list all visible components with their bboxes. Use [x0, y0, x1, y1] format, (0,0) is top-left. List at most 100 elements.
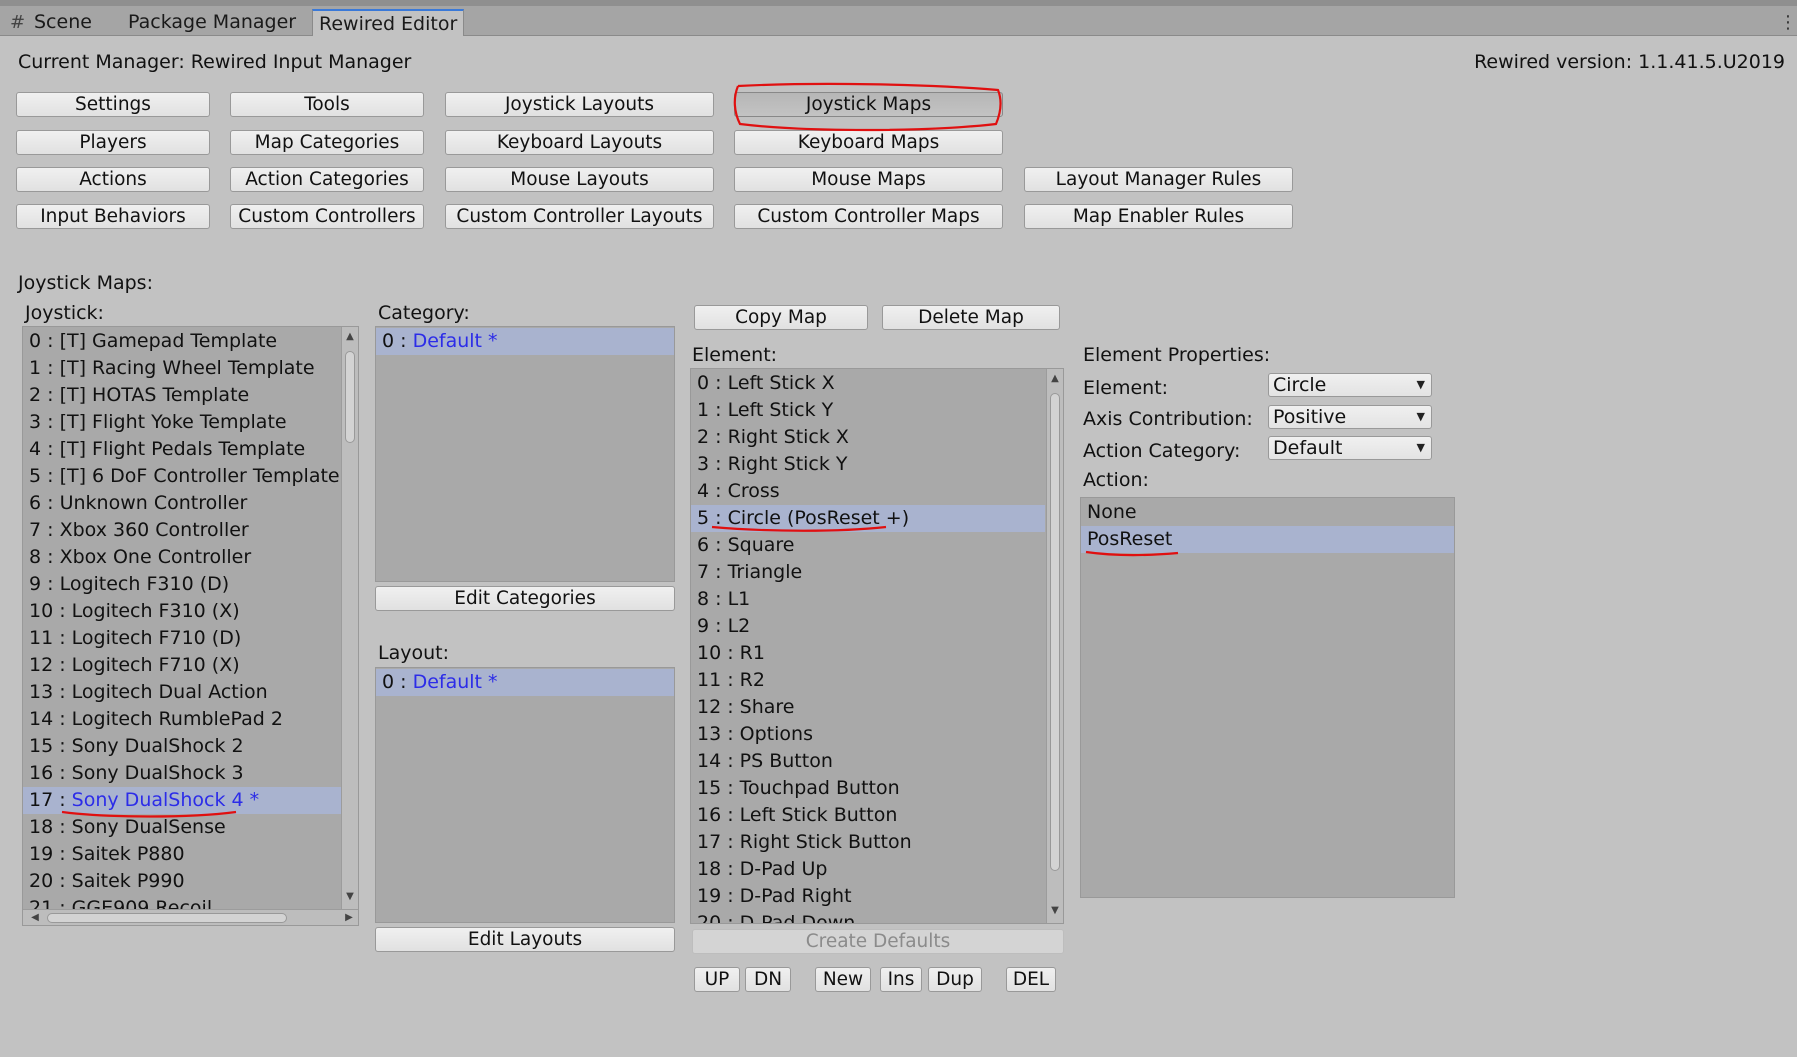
insert-button[interactable]: Ins	[880, 967, 922, 992]
list-item[interactable]: 2 : Right Stick X	[691, 424, 1045, 451]
element-dropdown[interactable]: Circle ▼	[1268, 373, 1432, 397]
keyboard-layouts-button[interactable]: Keyboard Layouts	[445, 130, 714, 155]
joystick-list[interactable]: 0 : [T] Gamepad Template 1 : [T] Racing W…	[22, 326, 359, 926]
list-item[interactable]: 16 : Sony DualShock 3	[23, 760, 341, 787]
element-list-vscroll-thumb[interactable]	[1050, 393, 1060, 871]
category-label: Category:	[378, 302, 470, 324]
delete-button[interactable]: DEL	[1006, 967, 1056, 992]
list-item[interactable]: 6 : Square	[691, 532, 1045, 559]
list-item[interactable]: 6 : Unknown Controller	[23, 490, 341, 517]
list-item[interactable]: 4 : [T] Flight Pedals Template	[23, 436, 341, 463]
custom-controller-layouts-button[interactable]: Custom Controller Layouts	[445, 204, 714, 229]
map-categories-button[interactable]: Map Categories	[230, 130, 424, 155]
scroll-down-arrow-icon[interactable]: ▼	[342, 889, 358, 905]
list-item[interactable]: 14 : Logitech RumblePad 2	[23, 706, 341, 733]
actions-button[interactable]: Actions	[16, 167, 210, 192]
custom-controller-maps-button[interactable]: Custom Controller Maps	[734, 204, 1003, 229]
list-item[interactable]: 10 : R1	[691, 640, 1045, 667]
players-button[interactable]: Players	[16, 130, 210, 155]
list-item[interactable]: 17 : Right Stick Button	[691, 829, 1045, 856]
layout-list[interactable]: 0 : Default *	[375, 667, 675, 923]
edit-layouts-button[interactable]: Edit Layouts	[375, 927, 675, 952]
element-prop-label: Element:	[1083, 377, 1169, 399]
action-category-dropdown[interactable]: Default ▼	[1268, 436, 1432, 460]
list-item[interactable]: 3 : [T] Flight Yoke Template	[23, 409, 341, 436]
list-item[interactable]: 0 : Default *	[376, 669, 674, 696]
joystick-list-vscroll-thumb[interactable]	[345, 351, 355, 443]
list-item[interactable]: 10 : Logitech F310 (X)	[23, 598, 341, 625]
list-item[interactable]: 18 : D-Pad Up	[691, 856, 1045, 883]
delete-map-button[interactable]: Delete Map	[882, 305, 1060, 330]
list-item[interactable]: 7 : Triangle	[691, 559, 1045, 586]
copy-map-button[interactable]: Copy Map	[694, 305, 868, 330]
map-enabler-rules-button[interactable]: Map Enabler Rules	[1024, 204, 1293, 229]
list-item[interactable]: 3 : Right Stick Y	[691, 451, 1045, 478]
layout-manager-rules-button[interactable]: Layout Manager Rules	[1024, 167, 1293, 192]
list-item[interactable]: 11 : Logitech F710 (D)	[23, 625, 341, 652]
list-item[interactable]: 8 : Xbox One Controller	[23, 544, 341, 571]
scroll-up-arrow-icon[interactable]: ▲	[342, 329, 358, 345]
list-item[interactable]: 15 : Sony DualShock 2	[23, 733, 341, 760]
tab-rewired-editor[interactable]: Rewired Editor	[312, 9, 465, 36]
action-categories-button[interactable]: Action Categories	[230, 167, 424, 192]
list-item[interactable]: 19 : D-Pad Right	[691, 883, 1045, 910]
list-item[interactable]: 20 : D-Pad Down	[691, 910, 1045, 923]
list-item[interactable]: 13 : Logitech Dual Action	[23, 679, 341, 706]
move-down-button[interactable]: DN	[745, 967, 791, 992]
category-list[interactable]: 0 : Default *	[375, 326, 675, 582]
scroll-right-arrow-icon[interactable]: ▶	[341, 910, 357, 925]
create-defaults-button[interactable]: Create Defaults	[692, 929, 1064, 954]
tab-package-manager[interactable]: Package Manager	[122, 9, 302, 36]
edit-categories-button[interactable]: Edit Categories	[375, 586, 675, 611]
list-item[interactable]: 9 : L2	[691, 613, 1045, 640]
annotation-underline-circle	[711, 525, 887, 532]
list-item[interactable]: 20 : Saitek P990	[23, 868, 341, 895]
mouse-layouts-button[interactable]: Mouse Layouts	[445, 167, 714, 192]
list-item[interactable]: 15 : Touchpad Button	[691, 775, 1045, 802]
scroll-up-arrow-icon[interactable]: ▲	[1047, 371, 1063, 387]
tab-scene[interactable]: Scene	[28, 9, 98, 36]
annotation-circle-joystick-maps	[733, 82, 1002, 132]
list-item[interactable]: None	[1081, 499, 1454, 526]
list-item[interactable]: 1 : Left Stick Y	[691, 397, 1045, 424]
list-item[interactable]: 13 : Options	[691, 721, 1045, 748]
list-item[interactable]: 19 : Saitek P880	[23, 841, 341, 868]
grid-hash-icon: #	[10, 12, 26, 33]
move-up-button[interactable]: UP	[694, 967, 740, 992]
scroll-left-arrow-icon[interactable]: ◀	[27, 910, 43, 925]
list-item[interactable]: 0 : Default *	[376, 328, 674, 355]
mouse-maps-button[interactable]: Mouse Maps	[734, 167, 1003, 192]
list-item[interactable]: 0 : Left Stick X	[691, 370, 1045, 397]
list-item[interactable]: 1 : [T] Racing Wheel Template	[23, 355, 341, 382]
input-behaviors-button[interactable]: Input Behaviors	[16, 204, 210, 229]
new-button[interactable]: New	[815, 967, 871, 992]
list-item[interactable]: 5 : [T] 6 DoF Controller Template	[23, 463, 341, 490]
list-item[interactable]: 11 : R2	[691, 667, 1045, 694]
list-item[interactable]: 16 : Left Stick Button	[691, 802, 1045, 829]
list-item[interactable]: 14 : PS Button	[691, 748, 1045, 775]
joystick-layouts-button[interactable]: Joystick Layouts	[445, 92, 714, 117]
list-item[interactable]: 12 : Share	[691, 694, 1045, 721]
element-list[interactable]: 0 : Left Stick X1 : Left Stick Y2 : Righ…	[690, 368, 1064, 924]
kebab-menu-icon[interactable]: ⋮	[1779, 9, 1797, 36]
duplicate-button[interactable]: Dup	[928, 967, 982, 992]
current-manager-label: Current Manager: Rewired Input Manager	[18, 51, 412, 73]
settings-button[interactable]: Settings	[16, 92, 210, 117]
scroll-down-arrow-icon[interactable]: ▼	[1047, 903, 1063, 919]
custom-controllers-button[interactable]: Custom Controllers	[230, 204, 424, 229]
joystick-list-vscrollbar[interactable]: ▲ ▼	[341, 327, 358, 909]
list-item[interactable]: 12 : Logitech F710 (X)	[23, 652, 341, 679]
triangle-down-icon: ▼	[1416, 378, 1425, 391]
element-list-vscrollbar[interactable]: ▲ ▼	[1046, 369, 1063, 923]
list-item[interactable]: 8 : L1	[691, 586, 1045, 613]
joystick-list-hscrollbar[interactable]: ◀ ▶	[23, 909, 358, 925]
list-item[interactable]: 2 : [T] HOTAS Template	[23, 382, 341, 409]
list-item[interactable]: 4 : Cross	[691, 478, 1045, 505]
tools-button[interactable]: Tools	[230, 92, 424, 117]
list-item[interactable]: 9 : Logitech F310 (D)	[23, 571, 341, 598]
element-properties-title: Element Properties:	[1083, 344, 1271, 366]
axis-contribution-dropdown[interactable]: Positive ▼	[1268, 405, 1432, 429]
list-item[interactable]: 0 : [T] Gamepad Template	[23, 328, 341, 355]
list-item[interactable]: 7 : Xbox 360 Controller	[23, 517, 341, 544]
joystick-list-hscroll-thumb[interactable]	[47, 913, 287, 923]
